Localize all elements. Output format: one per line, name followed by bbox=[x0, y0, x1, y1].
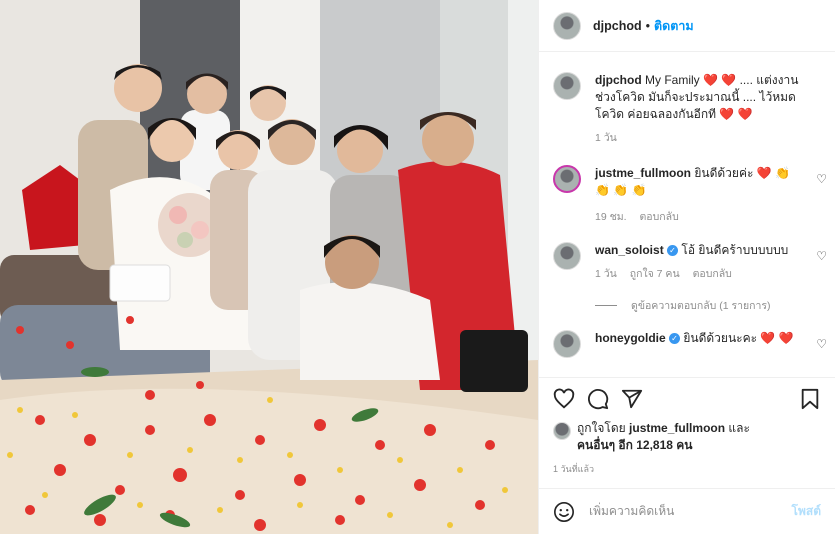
share-icon[interactable] bbox=[621, 388, 643, 410]
post-actions: ถูกใจโดย justme_fullmoon และ คนอื่นๆ อีก… bbox=[539, 377, 835, 476]
verified-badge-icon: ✓ bbox=[667, 245, 679, 257]
comment-like-icon[interactable]: ♡ bbox=[816, 336, 827, 353]
emoji-icon[interactable] bbox=[553, 501, 575, 523]
post-photo[interactable] bbox=[0, 0, 538, 534]
comment-input[interactable]: เพิ่มความคิดเห็น bbox=[589, 502, 792, 521]
reply-button[interactable]: ตอบกลับ bbox=[639, 211, 678, 223]
comment-like-icon[interactable]: ♡ bbox=[816, 248, 827, 265]
comments-list[interactable]: djpchod My Family ❤️ ❤️ .... แต่งงานช่วง… bbox=[539, 52, 835, 377]
commenter-avatar[interactable] bbox=[553, 242, 581, 270]
follow-button[interactable]: ติดตาม bbox=[654, 16, 694, 36]
post-sidebar: djpchod • ติดตาม djpchod My Family ❤️ ❤️… bbox=[538, 0, 835, 534]
comment-username[interactable]: honeygoldie bbox=[595, 331, 666, 345]
post-header: djpchod • ติดตาม bbox=[539, 0, 835, 52]
comment-icon[interactable] bbox=[587, 388, 609, 410]
liked-by-prefix: ถูกใจโดย bbox=[577, 421, 626, 435]
comment-like-icon[interactable]: ♡ bbox=[816, 171, 827, 188]
view-replies-label: ดูข้อความตอบกลับ (1 รายการ) bbox=[631, 300, 771, 312]
caption-prefix: My Family bbox=[645, 73, 700, 87]
verified-badge-icon: ✓ bbox=[669, 333, 681, 345]
comment-emoji: ❤️ ❤️ bbox=[760, 331, 794, 345]
commenter-avatar[interactable] bbox=[553, 165, 581, 193]
replies-divider bbox=[595, 305, 617, 306]
caption-heart-emoji: ❤️ ❤️ bbox=[703, 73, 737, 87]
author-username[interactable]: djpchod bbox=[593, 19, 642, 33]
caption-heart-emoji-end: ❤️ ❤️ bbox=[719, 107, 753, 121]
separator-dot: • bbox=[645, 18, 650, 33]
author-avatar[interactable] bbox=[553, 11, 581, 40]
caption: djpchod My Family ❤️ ❤️ .... แต่งงานช่วง… bbox=[539, 72, 835, 147]
view-replies-button[interactable]: ดูข้อความตอบกลับ (1 รายการ) bbox=[595, 297, 835, 314]
bookmark-icon[interactable] bbox=[799, 388, 821, 410]
comment-username[interactable]: justme_fullmoon bbox=[595, 166, 691, 180]
liked-by-user[interactable]: justme_fullmoon bbox=[629, 421, 725, 435]
caption-time[interactable]: 1 วัน bbox=[595, 132, 617, 144]
heart-icon[interactable] bbox=[553, 388, 575, 410]
comment-likes[interactable]: ถูกใจ 7 คน bbox=[630, 268, 680, 280]
comment-item: honeygoldie ✓ ยินดีด้วยนะคะ ❤️ ❤️ ♡ bbox=[539, 330, 835, 358]
add-comment-bar: เพิ่มความคิดเห็น โพสต์ bbox=[539, 488, 835, 534]
comment-time[interactable]: 19 ชม. bbox=[595, 211, 627, 223]
likes-summary: ถูกใจโดย justme_fullmoon และ คนอื่นๆ อีก… bbox=[553, 420, 821, 454]
comment-text: ยินดีด้วยค่ะ bbox=[694, 166, 754, 180]
commenter-avatar[interactable] bbox=[553, 330, 581, 358]
comment-username[interactable]: wan_soloist bbox=[595, 243, 664, 257]
comment-text: ยินดีด้วยนะคะ bbox=[683, 331, 758, 345]
caption-avatar[interactable] bbox=[553, 72, 581, 100]
liked-by-others[interactable]: คนอื่นๆ อีก 12,818 คน bbox=[577, 438, 693, 452]
post-date[interactable]: 1 วันที่แล้ว bbox=[553, 462, 821, 476]
reply-button[interactable]: ตอบกลับ bbox=[693, 268, 732, 280]
caption-username[interactable]: djpchod bbox=[595, 73, 642, 87]
liker-avatar[interactable] bbox=[553, 422, 571, 440]
comment-item: justme_fullmoon ยินดีด้วยค่ะ ❤️ 👏 👏 👏 👏 … bbox=[539, 165, 835, 226]
liked-by-and: และ bbox=[728, 421, 750, 435]
comment-time[interactable]: 1 วัน bbox=[595, 268, 617, 280]
post-comment-button[interactable]: โพสต์ bbox=[792, 502, 821, 521]
comment-item: wan_soloist ✓ โอ้ ยินดีคร้าบบบบบบ 1 วัน … bbox=[539, 242, 835, 283]
family-photo-illustration bbox=[0, 0, 538, 534]
comment-text: โอ้ ยินดีคร้าบบบบบบ bbox=[681, 243, 789, 257]
